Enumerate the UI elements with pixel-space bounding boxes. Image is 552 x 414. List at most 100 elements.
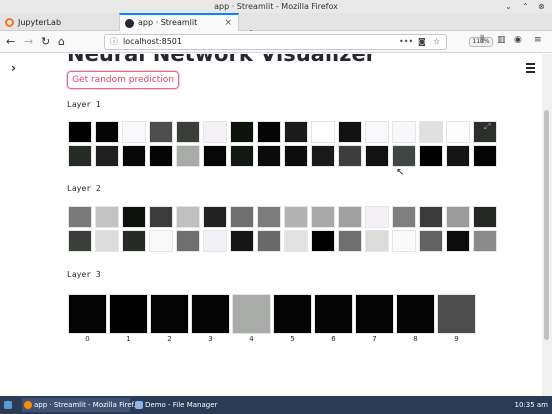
folder-icon: [135, 401, 143, 409]
neuron-cell: [203, 145, 227, 167]
neuron-cell: [149, 230, 173, 252]
neuron-cell: [176, 206, 200, 228]
taskbar-item-firefox[interactable]: app · Streamlit - Mozilla Firef...: [22, 398, 140, 412]
minimize-icon[interactable]: ⌄: [505, 0, 512, 13]
hamburger-menu-icon[interactable]: [526, 63, 535, 75]
forward-icon[interactable]: →: [24, 34, 33, 50]
neuron-cell: [257, 145, 281, 167]
back-icon[interactable]: ←: [6, 34, 15, 50]
class-label: 6: [331, 335, 336, 343]
neuron-cell: [338, 206, 362, 228]
layer-3-grid: [68, 294, 476, 334]
neuron-cell: [122, 145, 146, 167]
neuron-cell: [176, 230, 200, 252]
class-label: 4: [249, 335, 254, 343]
os-taskbar: app · Streamlit - Mozilla Firef... Demo …: [0, 396, 552, 414]
neuron-cell: [95, 206, 119, 228]
tab-jupyterlab[interactable]: JupyterLab: [0, 14, 118, 31]
neuron-cell: [419, 121, 443, 143]
neuron-cell: [396, 294, 435, 334]
layer-1-grid: [68, 121, 497, 167]
neuron-cell: [149, 121, 173, 143]
neuron-cell: [419, 145, 443, 167]
neuron-cell: [230, 230, 254, 252]
url-text: localhost:8501: [123, 37, 182, 46]
neuron-cell: [257, 230, 281, 252]
tab-label: app · Streamlit: [138, 18, 198, 27]
neuron-cell: [95, 121, 119, 143]
firefox-icon: [24, 401, 32, 409]
neuron-cell: [419, 206, 443, 228]
neuron-cell: [230, 121, 254, 143]
neuron-cell: [365, 121, 389, 143]
neuron-cell: [311, 121, 335, 143]
neuron-cell: [338, 145, 362, 167]
layer-3-class-labels: 0 1 2 3 4 5 6 7 8 9: [68, 335, 476, 343]
class-label: 1: [126, 335, 131, 343]
class-label: 3: [208, 335, 213, 343]
neuron-cell: [176, 145, 200, 167]
site-info-icon[interactable]: ⓘ: [110, 35, 118, 49]
class-label: 5: [290, 335, 295, 343]
neuron-cell: [311, 230, 335, 252]
home-icon[interactable]: ⌂: [58, 34, 65, 50]
maximize-icon[interactable]: ⌃: [522, 0, 529, 13]
page-actions-icon[interactable]: •••: [399, 35, 413, 49]
neuron-cell: [230, 206, 254, 228]
neuron-cell: [338, 121, 362, 143]
reload-icon[interactable]: ↻: [41, 34, 50, 50]
neuron-cell: [122, 206, 146, 228]
neuron-cell: [446, 206, 470, 228]
neuron-cell: [284, 145, 308, 167]
neuron-cell: [68, 121, 92, 143]
neuron-cell: [446, 145, 470, 167]
sidebar-toggle-icon[interactable]: ▥: [497, 35, 506, 45]
neuron-cell: [365, 145, 389, 167]
neuron-cell: [176, 121, 200, 143]
neuron-cell: [284, 206, 308, 228]
random-prediction-button[interactable]: Get random prediction: [67, 71, 179, 89]
library-icon[interactable]: ⫼: [480, 35, 484, 45]
neuron-cell: [68, 145, 92, 167]
neuron-cell: [392, 121, 416, 143]
pocket-icon[interactable]: ◙: [418, 35, 426, 49]
class-label: 0: [85, 335, 90, 343]
close-window-icon[interactable]: ⊗: [538, 0, 545, 13]
streamlit-page: › Neural Network Visualizer Get random p…: [0, 54, 542, 396]
account-icon[interactable]: ◉: [514, 35, 522, 45]
tab-bar: JupyterLab app · Streamlit × +: [0, 13, 552, 41]
neuron-cell: [473, 230, 497, 252]
start-menu-icon[interactable]: [2, 398, 12, 412]
neuron-cell: [95, 230, 119, 252]
neuron-cell: [122, 230, 146, 252]
menu-icon[interactable]: ≡: [534, 35, 542, 45]
window-title: app · Streamlit - Mozilla Firefox: [214, 2, 338, 11]
neuron-cell: [203, 230, 227, 252]
scrollbar-thumb[interactable]: [544, 110, 549, 340]
layer-3-label: Layer 3: [67, 270, 101, 279]
neuron-cell: [284, 121, 308, 143]
neuron-cell: [68, 294, 107, 334]
neuron-cell: [273, 294, 312, 334]
tab-label: JupyterLab: [18, 18, 62, 27]
neuron-cell: [338, 230, 362, 252]
fullscreen-icon[interactable]: ⤢: [484, 122, 490, 132]
neuron-cell: [311, 206, 335, 228]
bookmark-star-icon[interactable]: ☆: [433, 35, 440, 49]
neuron-cell: [473, 206, 497, 228]
taskbar-item-file-manager[interactable]: Demo - File Manager: [133, 398, 233, 412]
neuron-cell: [446, 121, 470, 143]
mouse-cursor-icon: ↖: [396, 167, 405, 178]
neuron-cell: [392, 206, 416, 228]
url-bar[interactable]: ⓘ localhost:8501 110% ••• ◙ ☆: [104, 34, 493, 50]
neuron-cell: [437, 294, 476, 334]
navigation-bar: ← → ↻ ⌂ ⓘ localhost:8501 110% ••• ◙ ☆ ⫼ …: [0, 31, 552, 53]
layer-1-label: Layer 1: [67, 100, 101, 109]
close-tab-icon[interactable]: ×: [224, 15, 232, 31]
class-label: 2: [167, 335, 172, 343]
neuron-cell: [446, 230, 470, 252]
jupyter-icon: [5, 18, 14, 27]
tab-streamlit[interactable]: app · Streamlit ×: [119, 13, 239, 32]
sidebar-expand-icon[interactable]: ›: [11, 61, 16, 75]
neuron-cell: [95, 145, 119, 167]
